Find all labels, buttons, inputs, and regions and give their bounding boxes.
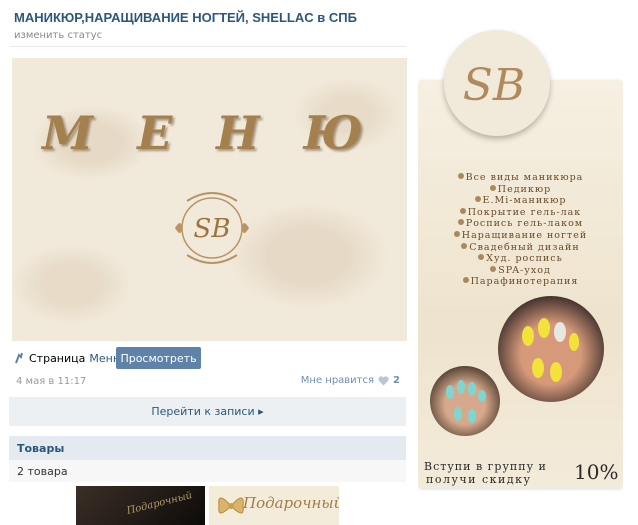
like-count: 2	[393, 375, 400, 386]
nails-photo-large	[498, 296, 604, 402]
view-page-button[interactable]: Просмотреть	[116, 347, 201, 369]
banner-logo-circle: SB	[444, 30, 550, 136]
post-date[interactable]: 4 мая в 11:17	[16, 376, 86, 387]
promo-line-2: получи скидку	[426, 473, 532, 486]
nails-photo-small	[430, 366, 500, 436]
banner-logo-text: SB	[463, 60, 525, 111]
banner-service-item: Педикюр	[418, 184, 623, 196]
banner-service-item: Парафинотерапия	[418, 276, 623, 288]
like-button[interactable]: Мне нравится 2	[301, 375, 400, 386]
page-link-row: Страница Меню	[14, 348, 122, 368]
sidebar-banner[interactable]: SB Все виды маникюра Педикюр E.Mi-маникю…	[418, 0, 623, 525]
emblem-text: SB	[194, 214, 231, 244]
product-thumbnail-1[interactable]: Подарочный	[76, 486, 205, 525]
sb-monogram-emblem: SB	[175, 192, 249, 264]
group-title: МАНИКЮР,НАРАЩИВАНИЕ НОГТЕЙ, SHELLAC в СП…	[14, 10, 357, 25]
promo-percent: 10%	[574, 460, 619, 484]
banner-service-item: Все виды маникюра	[418, 172, 623, 184]
goods-count[interactable]: 2 товара	[9, 460, 406, 482]
goto-post-button[interactable]: Перейти к записи ▸	[9, 397, 406, 426]
divider	[10, 46, 406, 47]
product-thumbnail-2[interactable]: Подарочный	[209, 486, 339, 525]
sb-logo-icon: SB	[463, 60, 525, 111]
goods-header[interactable]: Товары	[9, 436, 406, 460]
banner-service-item: Наращивание ногтей	[418, 230, 623, 242]
menu-title-art: М Е Н Ю	[42, 106, 377, 160]
banner-service-item: Свадебный дизайн	[418, 242, 623, 254]
wiki-page-icon	[15, 352, 23, 364]
banner-service-item: Худ. роспись	[418, 253, 623, 265]
banner-service-item: SPA-уход	[418, 265, 623, 277]
heart-icon	[378, 375, 389, 385]
banner-service-item: E.Mi-маникюр	[418, 195, 623, 207]
page-label: Страница	[29, 351, 86, 365]
like-label: Мне нравится	[300, 375, 375, 386]
change-status-link[interactable]: изменить статус	[14, 30, 102, 41]
menu-post-image[interactable]: М Е Н Ю SB	[12, 58, 407, 341]
banner-service-item: Роспись гель-лаком	[418, 218, 623, 230]
banner-service-item: Покрытие гель-лак	[418, 207, 623, 219]
product-2-title: Подарочный	[243, 494, 339, 512]
banner-services-list: Все виды маникюра Педикюр E.Mi-маникюр П…	[418, 172, 623, 288]
product-1-card-art: Подарочный	[125, 490, 194, 517]
promo-line-1: Вступи в группу и	[424, 460, 547, 473]
